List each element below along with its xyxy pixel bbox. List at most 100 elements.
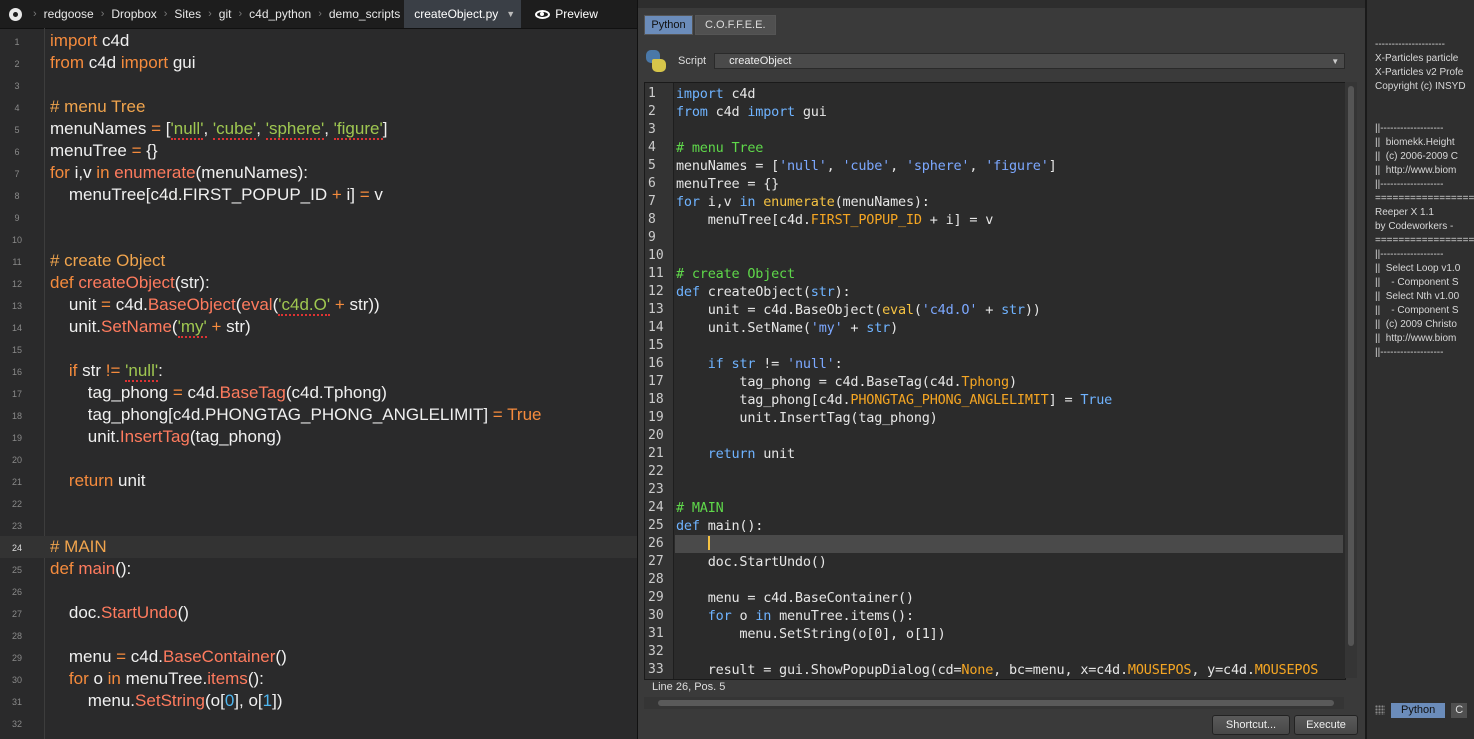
- code-line[interactable]: 27 doc.StartUndo(): [645, 553, 1345, 571]
- code-line[interactable]: 2 from c4d import gui: [0, 52, 637, 74]
- code-line[interactable]: 9: [645, 229, 1345, 247]
- preview-button[interactable]: Preview: [535, 7, 598, 21]
- code-line[interactable]: 26: [645, 535, 1345, 553]
- code-line[interactable]: 31 menu.SetString(o[0], o[1]): [645, 625, 1345, 643]
- breadcrumb-item[interactable]: › demo_scripts: [315, 0, 404, 28]
- code-line[interactable]: 14 unit.SetName('my' + str): [645, 319, 1345, 337]
- breadcrumb-item[interactable]: › redgoose: [30, 0, 98, 28]
- code-text: return unit: [68, 471, 146, 490]
- code-line[interactable]: 28: [645, 571, 1345, 589]
- code-line[interactable]: 32: [0, 712, 637, 734]
- code-line[interactable]: 2 from c4d import gui: [645, 103, 1345, 121]
- code-line[interactable]: 11 # create Object: [645, 265, 1345, 283]
- script-select[interactable]: createObject ▼: [714, 53, 1346, 69]
- code-line[interactable]: 16 if str != 'null':: [0, 360, 637, 382]
- code-line[interactable]: 15: [645, 337, 1345, 355]
- breadcrumb-active-file[interactable]: createObject.py ▼: [404, 0, 522, 28]
- line-number: 10: [648, 248, 664, 263]
- code-line[interactable]: 1 import c4d: [0, 30, 637, 52]
- code-line[interactable]: 13 unit = c4d.BaseObject(eval('c4d.O' + …: [0, 294, 637, 316]
- code-line[interactable]: 30 for o in menuTree.items():: [0, 668, 637, 690]
- code-line[interactable]: 10: [0, 228, 637, 250]
- code-line[interactable]: 5 menuNames = ['null', 'cube', 'sphere', …: [0, 118, 637, 140]
- code-line[interactable]: 7 for i,v in enumerate(menuNames):: [645, 193, 1345, 211]
- line-number: 9: [14, 213, 20, 223]
- code-line[interactable]: 3: [645, 121, 1345, 139]
- code-line[interactable]: 24 # MAIN: [0, 536, 637, 558]
- code-line[interactable]: 26: [0, 580, 637, 602]
- breadcrumb-item[interactable]: › c4d_python: [235, 0, 315, 28]
- breadcrumb-item[interactable]: › Dropbox: [98, 0, 161, 28]
- vertical-scrollbar[interactable]: [1345, 82, 1357, 678]
- code-text: menu = c4d.BaseContainer(): [676, 590, 914, 606]
- code-line[interactable]: 19 unit.InsertTag(tag_phong): [0, 426, 637, 448]
- breadcrumb-item[interactable]: › git: [205, 0, 235, 28]
- app-logo-icon[interactable]: [0, 0, 30, 28]
- code-line[interactable]: 22: [0, 492, 637, 514]
- code-line[interactable]: 17 tag_phong = c4d.BaseTag(c4d.Tphong): [645, 373, 1345, 391]
- shortcut-button[interactable]: Shortcut...: [1212, 715, 1290, 735]
- breadcrumb-item[interactable]: › Sites: [161, 0, 205, 28]
- line-number: 14: [11, 323, 22, 333]
- code-line[interactable]: 13 unit = c4d.BaseObject(eval('c4d.O' + …: [645, 301, 1345, 319]
- console-tab-python[interactable]: Python: [1391, 702, 1446, 718]
- code-line[interactable]: 6 menuTree = {}: [0, 140, 637, 162]
- code-text: tag_phong[c4d.PHONGTAG_PHONG_ANGLELIMIT]…: [50, 405, 542, 424]
- code-line[interactable]: 30 for o in menuTree.items():: [645, 607, 1345, 625]
- code-line[interactable]: 27 doc.StartUndo(): [0, 602, 637, 624]
- menu-bar: [638, 0, 1365, 8]
- line-number: 16: [648, 356, 664, 371]
- code-line[interactable]: 3: [0, 74, 637, 96]
- code-line[interactable]: 23: [645, 481, 1345, 499]
- code-line[interactable]: 24 # MAIN: [645, 499, 1345, 517]
- code-line[interactable]: 15: [0, 338, 637, 360]
- code-line[interactable]: 5 menuNames = ['null', 'cube', 'sphere', …: [645, 157, 1345, 175]
- code-line[interactable]: 25 def main():: [0, 558, 637, 580]
- code-line[interactable]: 6 menuTree = {}: [645, 175, 1345, 193]
- code-line[interactable]: 21 return unit: [645, 445, 1345, 463]
- code-line[interactable]: 19 unit.InsertTag(tag_phong): [645, 409, 1345, 427]
- code-line[interactable]: 16 if str != 'null':: [645, 355, 1345, 373]
- code-line[interactable]: 1 import c4d: [645, 85, 1345, 103]
- console-tab-c[interactable]: C: [1451, 702, 1468, 718]
- code-text: if str != 'null':: [68, 361, 163, 382]
- script-code-editor[interactable]: 1 import c4d 2 from c4d import gui 3 4 # menu …: [644, 82, 1346, 680]
- code-line[interactable]: 8 menuTree[c4d.FIRST_POPUP_ID + i] = v: [645, 211, 1345, 229]
- code-line[interactable]: 32: [645, 643, 1345, 661]
- code-line[interactable]: 23: [0, 514, 637, 536]
- code-line[interactable]: 33 result = gui.ShowPopupDialog(cd=None,…: [645, 661, 1345, 679]
- code-line[interactable]: 22: [645, 463, 1345, 481]
- code-line[interactable]: 10: [645, 247, 1345, 265]
- line-number: 5: [648, 158, 656, 173]
- code-line[interactable]: 31 menu.SetString(o[0], o[1]): [0, 690, 637, 712]
- scrollbar-thumb[interactable]: [1348, 86, 1354, 646]
- execute-button[interactable]: Execute: [1294, 715, 1358, 735]
- code-line[interactable]: 8 menuTree[c4d.FIRST_POPUP_ID + i] = v: [0, 184, 637, 206]
- code-line[interactable]: 7 for i,v in enumerate(menuNames):: [0, 162, 637, 184]
- code-line[interactable]: 14 unit.SetName('my' + str): [0, 316, 637, 338]
- code-line[interactable]: 18 tag_phong[c4d.PHONGTAG_PHONG_ANGLELIM…: [645, 391, 1345, 409]
- tab-python[interactable]: Python: [644, 15, 693, 35]
- code-line[interactable]: 28: [0, 624, 637, 646]
- code-line[interactable]: 29 menu = c4d.BaseContainer(): [0, 646, 637, 668]
- line-number: 21: [11, 477, 22, 487]
- code-line[interactable]: 17 tag_phong = c4d.BaseTag(c4d.Tphong): [0, 382, 637, 404]
- code-line[interactable]: 18 tag_phong[c4d.PHONGTAG_PHONG_ANGLELIM…: [0, 404, 637, 426]
- code-line[interactable]: 9: [0, 206, 637, 228]
- code-line[interactable]: 25 def main():: [645, 517, 1345, 535]
- scrollbar-thumb[interactable]: [658, 700, 1334, 706]
- grip-handle-icon[interactable]: [1375, 705, 1385, 715]
- code-line[interactable]: 12 def createObject(str):: [645, 283, 1345, 301]
- code-line[interactable]: 11 # create Object: [0, 250, 637, 272]
- code-line[interactable]: 12 def createObject(str):: [0, 272, 637, 294]
- tab-coffee[interactable]: C.O.F.F.E.E.: [695, 15, 776, 35]
- code-line[interactable]: 20: [645, 427, 1345, 445]
- line-number: 8: [648, 212, 656, 227]
- horizontal-scrollbar[interactable]: [644, 697, 1344, 709]
- line-number: 32: [11, 719, 22, 729]
- code-line[interactable]: 4 # menu Tree: [645, 139, 1345, 157]
- code-line[interactable]: 29 menu = c4d.BaseContainer(): [645, 589, 1345, 607]
- code-line[interactable]: 20: [0, 448, 637, 470]
- code-line[interactable]: 4 # menu Tree: [0, 96, 637, 118]
- code-line[interactable]: 21 return unit: [0, 470, 637, 492]
